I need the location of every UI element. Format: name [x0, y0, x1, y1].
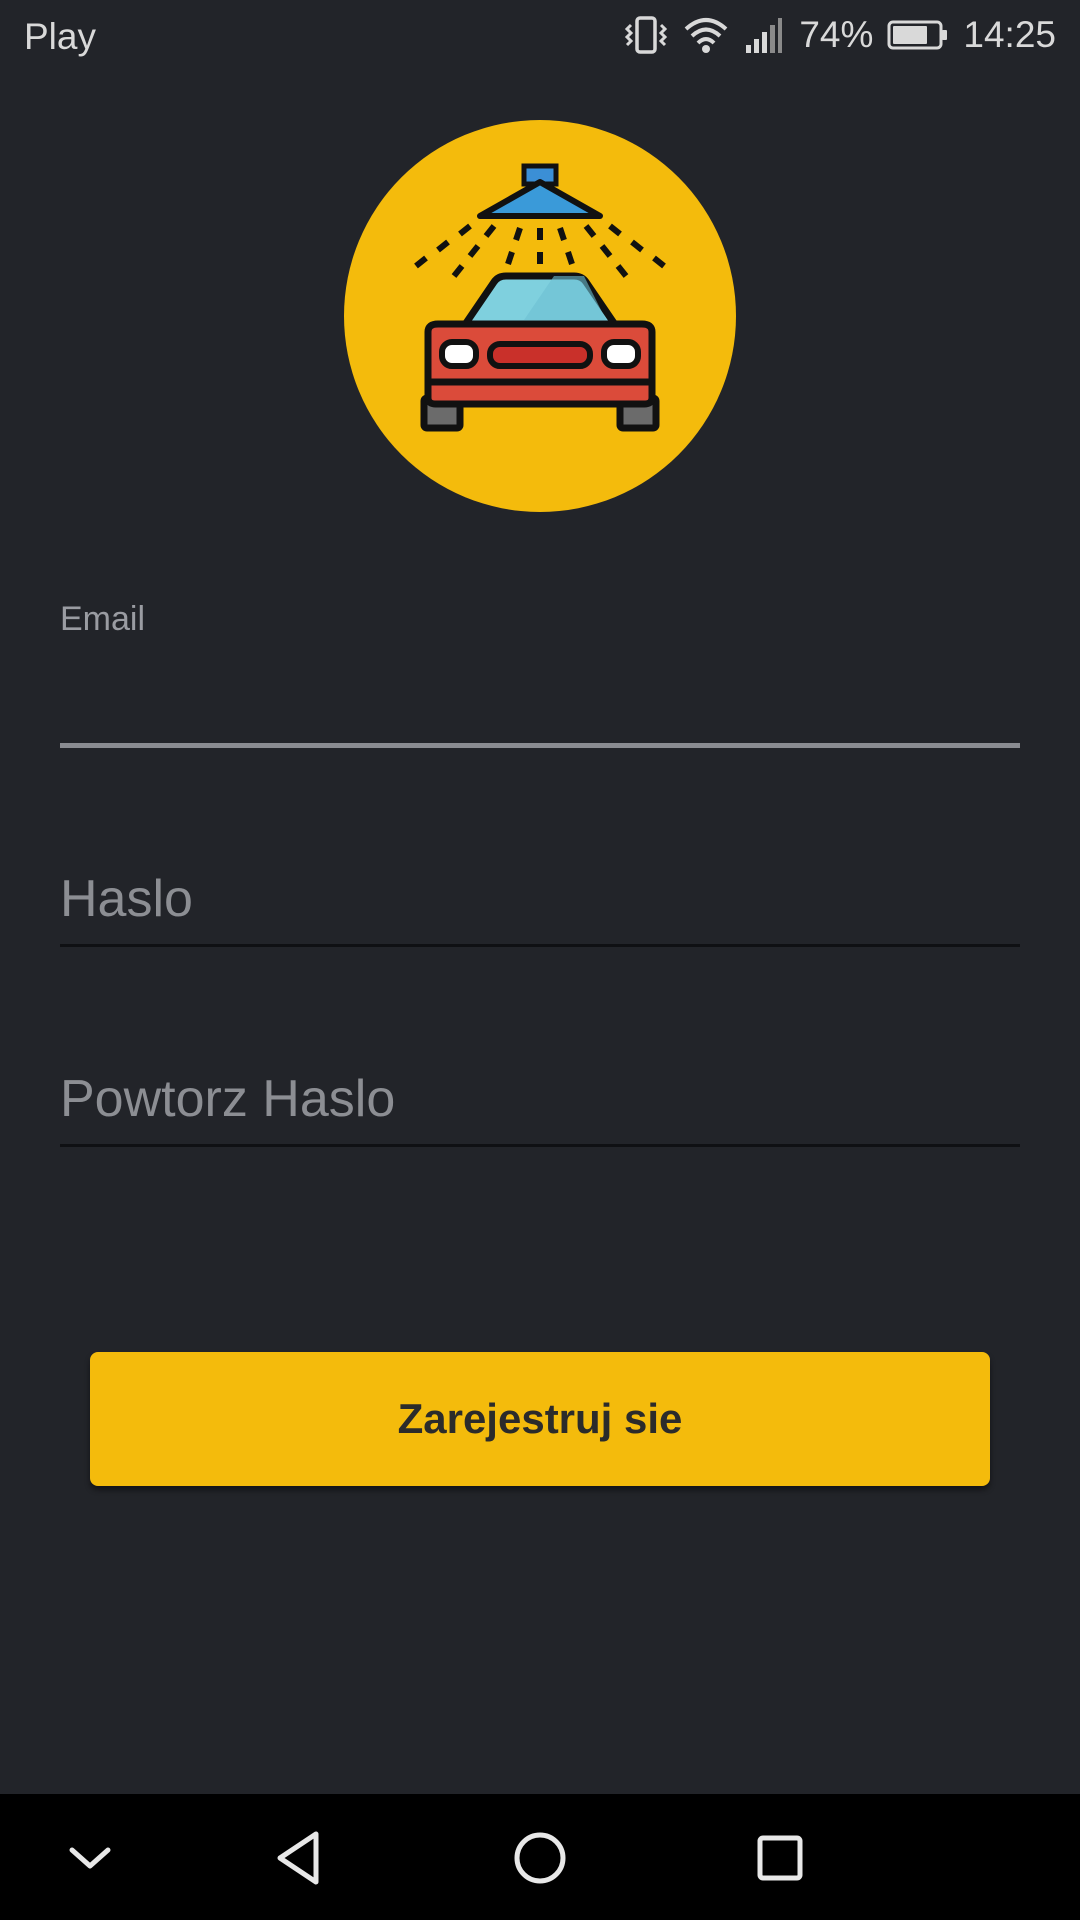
back-triangle-icon[interactable] [264, 1822, 336, 1894]
repeat-password-placeholder: Powtorz Haslo [60, 1070, 396, 1128]
status-bar: Play 74% 14:25 [0, 0, 1080, 75]
clock: 14:25 [963, 14, 1056, 55]
car-wash-logo [344, 120, 736, 512]
navigation-bar [0, 1794, 1080, 1920]
vibrate-icon [623, 15, 669, 55]
register-screen: Play 74% 14:25 Email Haslo Powtorz Haslo… [0, 0, 1080, 1920]
signal-icon [743, 15, 783, 55]
email-field[interactable]: Email [60, 596, 1020, 748]
email-label: Email [60, 600, 146, 638]
repeat-password-underline [60, 1144, 1020, 1147]
wifi-icon [683, 15, 729, 55]
battery-icon [887, 19, 949, 51]
password-underline [60, 944, 1020, 947]
register-button-label: Zarejestruj sie [397, 1395, 683, 1442]
carrier-name: Play [24, 16, 96, 57]
collapse-chevron-icon[interactable] [54, 1822, 126, 1894]
password-field[interactable]: Haslo [60, 855, 1020, 947]
email-underline [60, 743, 1020, 748]
register-button[interactable]: Zarejestruj sie [90, 1352, 990, 1486]
password-placeholder: Haslo [60, 870, 193, 928]
status-icons: 74% 14:25 [623, 14, 1056, 56]
recents-square-icon[interactable] [744, 1822, 816, 1894]
home-circle-icon[interactable] [504, 1822, 576, 1894]
battery-percent: 74% [799, 14, 874, 55]
repeat-password-field[interactable]: Powtorz Haslo [60, 1055, 1020, 1147]
car-wash-icon [344, 120, 736, 512]
